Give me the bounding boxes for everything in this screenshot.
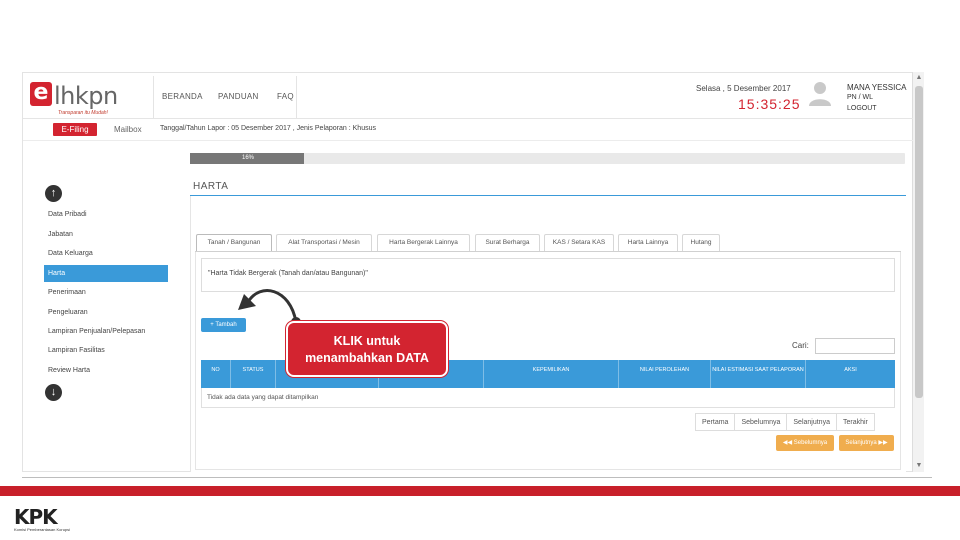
page-prev-button[interactable]: Sebelumnya [735, 414, 788, 430]
pagination: Pertama Sebelumnya Selanjutnya Terakhir [695, 413, 875, 431]
report-info: Tanggal/Tahun Lapor : 05 Desember 2017 ,… [160, 125, 376, 132]
search-input[interactable] [815, 338, 895, 354]
annotation-line-2: menambahkan DATA [305, 351, 429, 365]
page-next-button[interactable]: Selanjutnya [787, 414, 837, 430]
page-last-button[interactable]: Terakhir [837, 414, 874, 430]
logo-word: lhkpn [54, 82, 118, 110]
col-aksi: AKSI [844, 367, 857, 373]
col-status: STATUS [231, 360, 276, 388]
sidebar-up-arrow-icon[interactable]: ↑ [45, 185, 62, 202]
mailbox-link[interactable]: Mailbox [114, 125, 142, 134]
nav-divider [153, 76, 154, 118]
sidebar-item-penerimaan[interactable]: Penerimaan [44, 284, 168, 301]
sidebar-item-review-harta[interactable]: Review Harta [44, 362, 168, 379]
sidebar-item-jabatan[interactable]: Jabatan [44, 226, 168, 243]
user-role: PN / WL [847, 94, 874, 101]
sidebar-item-harta[interactable]: Harta [44, 265, 168, 282]
progress-bar: 16% [190, 153, 905, 164]
progress-label: 16% [242, 155, 255, 161]
col-nilai-estimasi: NILAI ESTIMASI SAAT PELAPORAN [711, 360, 806, 388]
col-nilai-perolehan: NILAI PEROLEHAN [619, 360, 711, 388]
sidebar-item-lampiran-penjualan[interactable]: Lampiran Penjualan/Pelepasan [44, 323, 168, 340]
section-box-title: "Harta Tidak Bergerak (Tanah dan/atau Ba… [208, 270, 368, 277]
sidebar-item-data-keluarga[interactable]: Data Keluarga [44, 245, 168, 262]
previous-step-button[interactable]: ◀◀ Sebelumnya [776, 435, 834, 451]
footer-red-band [0, 486, 960, 496]
sidebar-item-pengeluaran[interactable]: Pengeluaran [44, 304, 168, 321]
annotation-line-1: KLIK untuk [333, 334, 401, 348]
vertical-scrollbar[interactable]: ▲ ▼ [912, 72, 924, 472]
scrollbar-thumb[interactable] [915, 86, 923, 398]
sidebar-down-arrow-icon[interactable]: ↓ [45, 384, 62, 401]
kpk-logo-subtitle: Komisi Pemberantasan Korupsi [14, 527, 71, 532]
sidebar-item-data-pribadi[interactable]: Data Pribadi [44, 206, 168, 223]
kpk-logo: KPK Komisi Pemberantasan Korupsi [14, 505, 94, 535]
section-title-underline [190, 195, 906, 196]
header-clock: 15:35:25 [738, 96, 801, 112]
nav-divider [296, 76, 297, 118]
tab-kas[interactable]: KAS / Setara KAS [544, 234, 614, 251]
efiling-button[interactable]: E-Filing [53, 123, 97, 136]
tab-harta-bergerak[interactable]: Harta Bergerak Lainnya [377, 234, 470, 251]
user-avatar-icon[interactable] [808, 80, 832, 106]
nav-faq[interactable]: FAQ [277, 92, 294, 101]
header-divider [23, 118, 913, 119]
scroll-down-icon[interactable]: ▼ [913, 460, 925, 472]
table-empty-row: Tidak ada data yang dapat ditampilkan [201, 388, 895, 408]
next-step-button[interactable]: Selanjutnya ▶▶ [839, 435, 894, 451]
section-title: HARTA [193, 181, 229, 192]
logo-e-mark: e [30, 82, 52, 106]
nav-beranda[interactable]: BERANDA [162, 92, 203, 101]
tab-alat-transportasi[interactable]: Alat Transportasi / Mesin [276, 234, 372, 251]
nav-panduan[interactable]: PANDUAN [218, 92, 259, 101]
subbar-divider [23, 140, 913, 141]
col-kepemilikan: KEPEMILIKAN [484, 360, 619, 388]
elhkpn-logo[interactable]: e lhkpn Transparan itu Mudah! [30, 80, 150, 120]
logo-tagline: Transparan itu Mudah! [58, 110, 108, 116]
page-first-button[interactable]: Pertama [696, 414, 736, 430]
tab-harta-lainnya[interactable]: Harta Lainnya [618, 234, 678, 251]
kpk-logo-text: KPK [14, 505, 58, 529]
tab-tanah-bangunan[interactable]: Tanah / Bangunan [196, 234, 272, 251]
sidebar-item-lampiran-fasilitas[interactable]: Lampiran Fasilitas [44, 342, 168, 359]
logout-link[interactable]: LOGOUT [847, 105, 877, 112]
header-date: Selasa , 5 Desember 2017 [696, 84, 791, 93]
footer-divider [22, 477, 932, 478]
col-no: NO [201, 360, 231, 388]
annotation-callout: KLIK untuk menambahkan DATA [286, 321, 448, 377]
tab-hutang[interactable]: Hutang [682, 234, 720, 251]
empty-table-text: Tidak ada data yang dapat ditampilkan [207, 394, 319, 401]
search-label: Cari: [792, 341, 809, 350]
user-name: MANA YESSICA [847, 83, 907, 92]
tab-surat-berharga[interactable]: Surat Berharga [475, 234, 540, 251]
scroll-up-icon[interactable]: ▲ [913, 72, 925, 84]
